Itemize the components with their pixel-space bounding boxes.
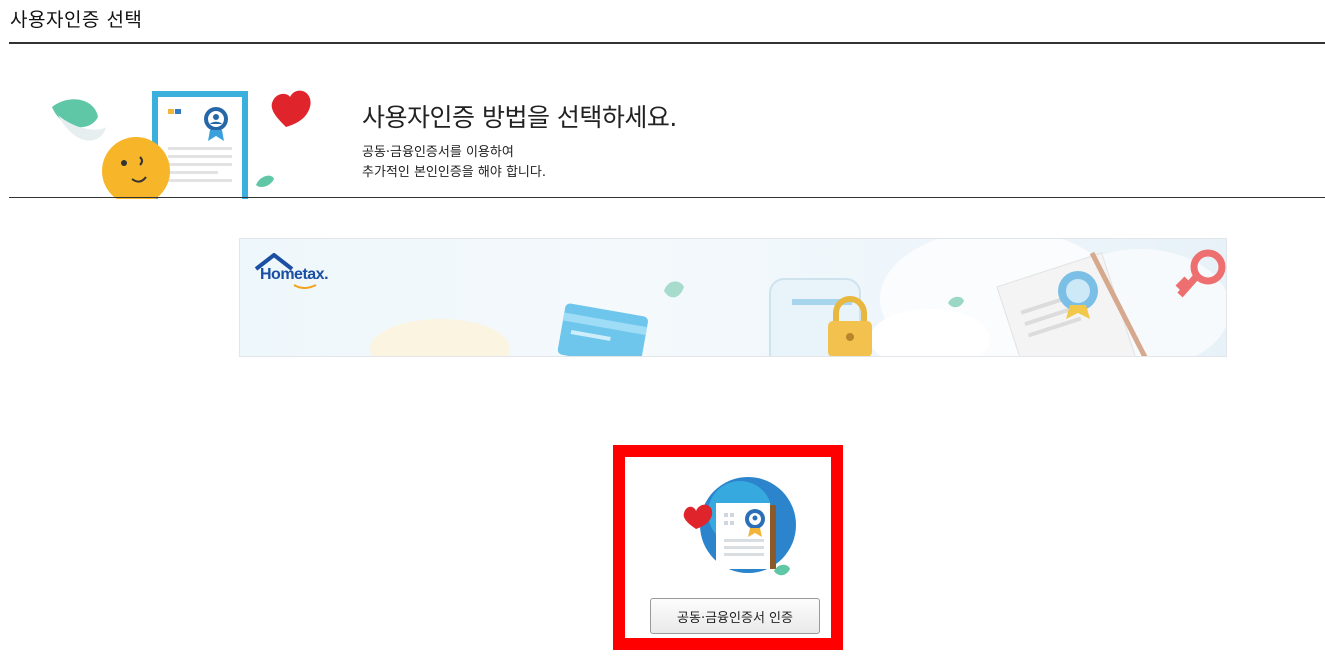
hometax-logo-text: Hometax. [260, 266, 329, 283]
hometax-banner: Hometax. [239, 238, 1227, 357]
intro-divider [9, 197, 1325, 198]
intro-description-line-1: 공동·금융인증서를 이용하여 [362, 145, 514, 160]
intro-section: 사용자인증 방법을 선택하세요. 공동·금융인증서를 이용하여 추가적인 본인인… [0, 44, 1325, 199]
hometax-logo: Hometax. [254, 253, 344, 289]
intro-heading: 사용자인증 방법을 선택하세요. [362, 103, 677, 132]
certificate-auth-button[interactable]: 공동·금융인증서 인증 [650, 598, 820, 634]
hometax-banner-illustration-icon [370, 239, 1226, 356]
certificate-icon [683, 477, 796, 576]
user-authentication-page: 사용자인증 선택 사용자인증 방법을 선택하세요. 공동·금융인증서를 이용하여… [0, 0, 1325, 657]
page-title: 사용자인증 선택 [10, 9, 143, 31]
certificate-auth-option[interactable]: 공동·금융인증서 인증 [613, 445, 843, 650]
intro-description: 공동·금융인증서를 이용하여 추가적인 본인인증을 해야 합니다. [362, 143, 546, 183]
certificate-illustration-icon [52, 90, 311, 199]
intro-description-line-2: 추가적인 본인인증을 해야 합니다. [362, 165, 546, 180]
